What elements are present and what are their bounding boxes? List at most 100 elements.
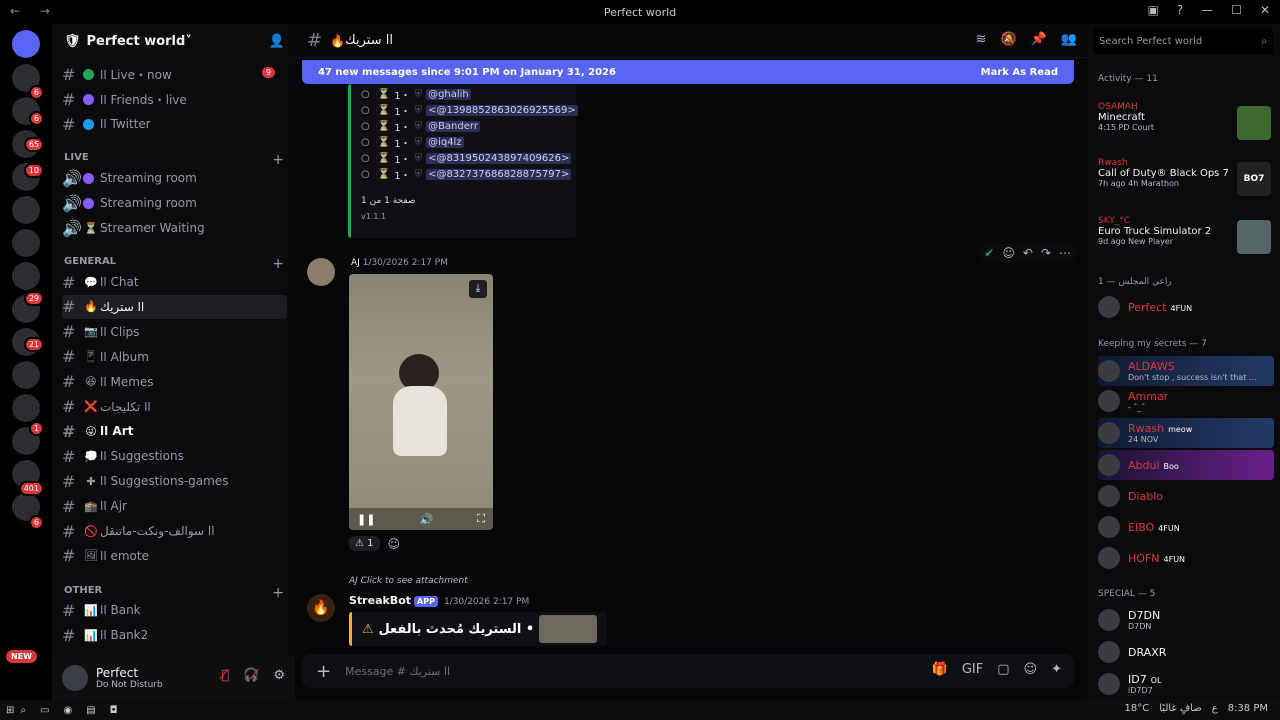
user-mention[interactable]: @Banderr xyxy=(426,120,480,132)
reply-icon[interactable]: ↶ xyxy=(1023,246,1033,260)
language[interactable]: ع xyxy=(1212,703,1218,714)
start-icon[interactable]: ⊞ xyxy=(6,705,14,716)
channel-item[interactable]: # 💭 اا Suggestions xyxy=(62,444,287,468)
avatar[interactable] xyxy=(62,665,88,691)
activity-card[interactable]: SKY_°C Euro Truck Simulator 2 9d ago New P… xyxy=(1098,216,1273,264)
server-header[interactable]: 🛡 Perfect world ˅ 👤 xyxy=(52,24,295,58)
explorer-icon[interactable]: ▤ xyxy=(86,705,95,716)
reply-preview[interactable]: AJ Click to see attachment xyxy=(349,576,468,586)
channel-item[interactable]: # 📱 اا Album xyxy=(62,345,287,369)
server-icon[interactable]: 401 xyxy=(12,464,44,496)
server-icon[interactable]: 65 xyxy=(12,120,44,152)
clock[interactable]: 8:38 PM xyxy=(1228,703,1268,714)
avatar[interactable] xyxy=(1098,673,1120,695)
avatar[interactable] xyxy=(307,258,335,286)
member-item[interactable]: ALDAWS Don't stop , success isn't that ..… xyxy=(1098,356,1274,386)
video-attachment[interactable]: ⤓ ❚❚ 🔊 ⛶ xyxy=(349,274,493,530)
member-item[interactable]: ID7 OL iD7D7 xyxy=(1098,669,1274,699)
member-item[interactable]: EIBO 4FUN xyxy=(1098,512,1274,542)
taskview-icon[interactable]: ▭ xyxy=(40,705,49,716)
channel-item[interactable]: # 😆 اا Memes xyxy=(62,370,287,394)
search-icon[interactable]: ⌕ xyxy=(20,705,26,716)
avatar[interactable] xyxy=(1098,485,1120,507)
new-messages-bar[interactable]: 47 new messages since 9:01 PM on January… xyxy=(302,60,1074,84)
user-mention[interactable]: <@831950243897409626> xyxy=(426,152,572,164)
avatar[interactable] xyxy=(1098,641,1120,663)
activity-card[interactable]: OSAMAH Minecraft 4:15 PD Court xyxy=(1098,102,1273,150)
avatar[interactable] xyxy=(1098,360,1120,382)
member-item[interactable]: Diablo xyxy=(1098,481,1274,511)
user-mention[interactable]: <@1398852863026925569> xyxy=(426,104,578,116)
server-icon[interactable]: 6 xyxy=(12,498,44,530)
avatar[interactable] xyxy=(1098,516,1120,538)
inbox-icon[interactable]: ▣ xyxy=(1147,3,1158,17)
bot-avatar[interactable]: 🔥 xyxy=(307,594,335,622)
check-reaction-icon[interactable]: ✔ xyxy=(984,246,994,260)
user-panel[interactable]: Perfect Do Not Disturb 🎙̸ 🎧̸ ⚙ xyxy=(52,656,295,700)
channel-item[interactable]: # ✚ اا Suggestions-games xyxy=(62,469,287,493)
channel-item[interactable]: # 📊 اا Bank2 xyxy=(62,623,287,647)
video-controls[interactable]: ❚❚ 🔊 ⛶ xyxy=(349,508,493,530)
server-icon[interactable]: 6 xyxy=(12,94,44,126)
member-item[interactable]: DRAXR xyxy=(1098,637,1274,667)
channel-item[interactable]: 🔊 Streaming room xyxy=(62,191,287,215)
server-icon[interactable] xyxy=(12,229,40,257)
emoji-icon[interactable]: ☺ xyxy=(1024,662,1038,677)
headset-muted-icon[interactable]: 🎧̸ xyxy=(243,668,259,683)
avatar[interactable] xyxy=(1098,390,1120,412)
apps-icon[interactable]: ✦ xyxy=(1051,662,1062,677)
message-input[interactable]: Message # اا ستريك xyxy=(345,665,450,678)
embed-thumbnail[interactable] xyxy=(539,615,597,643)
channel-item[interactable]: # اا Live・now 9 xyxy=(62,62,287,86)
discord-home-icon[interactable] xyxy=(12,30,40,58)
message-composer[interactable]: + Message # اا ستريك 🎁 GIF ▢ ☺ ✦ xyxy=(302,654,1074,688)
channel-item[interactable]: # ❌ اا تكليجات xyxy=(62,395,287,419)
discord-icon[interactable]: ◘ xyxy=(110,705,118,716)
avatar[interactable] xyxy=(1098,422,1120,444)
settings-icon[interactable]: ⚙ xyxy=(273,668,285,683)
channel-item[interactable]: # 📷 اا Clips xyxy=(62,320,287,344)
gif-icon[interactable]: GIF xyxy=(962,662,983,677)
invite-icon[interactable]: 👤 xyxy=(269,34,285,49)
message-actions[interactable]: ✔ ☺ ↶ ↷ ⋯ xyxy=(980,244,1075,262)
channel-item[interactable]: # 📊 اا Bank xyxy=(62,598,287,622)
channel-item[interactable]: # 🕋 اا Ajr xyxy=(62,494,287,518)
reaction[interactable]: ⚠ 1 xyxy=(349,536,380,551)
member-item[interactable]: Abdul Boo xyxy=(1098,450,1274,480)
mic-muted-icon[interactable]: 🎙̸ xyxy=(221,668,229,683)
server-icon[interactable]: 10 xyxy=(12,146,44,178)
server-icon[interactable]: 1 xyxy=(12,404,44,436)
maximize-icon[interactable]: ☐ xyxy=(1231,3,1242,17)
more-icon[interactable]: ⋯ xyxy=(1059,246,1071,260)
avatar[interactable] xyxy=(1098,547,1120,569)
channel-item[interactable]: # اا Twitter xyxy=(62,112,287,136)
member-item[interactable]: HOFN 4FUN xyxy=(1098,543,1274,573)
avatar[interactable] xyxy=(1098,454,1120,476)
pause-icon[interactable]: ❚❚ xyxy=(357,513,375,526)
bot-name[interactable]: StreakBot xyxy=(349,594,411,607)
channel-item[interactable]: # 😜 اا Art xyxy=(62,419,287,443)
server-icon[interactable]: 6 xyxy=(12,68,44,100)
mark-as-read-button[interactable]: Mark As Read xyxy=(981,67,1058,78)
channel-item[interactable]: # 💬 اا Chat xyxy=(62,270,287,294)
user-mention[interactable]: @ghalih xyxy=(426,88,471,100)
member-item[interactable]: Perfect 4FUN xyxy=(1098,292,1274,322)
forward-icon[interactable]: ↷ xyxy=(1041,246,1051,260)
sticker-icon[interactable]: ▢ xyxy=(997,662,1009,677)
channel-item[interactable]: # اا Friends・live xyxy=(62,87,287,111)
server-icon[interactable] xyxy=(12,361,40,389)
weather-temp[interactable]: 18°C xyxy=(1125,703,1150,714)
gift-icon[interactable]: 🎁 xyxy=(932,662,948,677)
mute-icon[interactable]: 🔕 xyxy=(1000,32,1016,47)
channel-item[interactable]: # 🚫 اا سوالف-ونكت-ماتنقل xyxy=(62,519,287,543)
window-controls[interactable]: ▣? — ☐ ✕ xyxy=(1147,3,1270,17)
message-author[interactable]: AJ xyxy=(351,258,360,268)
avatar[interactable] xyxy=(1098,609,1120,631)
user-mention[interactable]: @iq4lz xyxy=(426,136,464,148)
close-icon[interactable]: ✕ xyxy=(1260,3,1270,17)
minimize-icon[interactable]: — xyxy=(1201,3,1213,17)
member-item[interactable]: Ammar - ˆ_ˆ xyxy=(1098,386,1274,416)
download-icon[interactable]: ⤓ xyxy=(469,280,487,298)
chrome-icon[interactable]: ◉ xyxy=(63,705,72,716)
attach-icon[interactable]: + xyxy=(316,661,331,682)
